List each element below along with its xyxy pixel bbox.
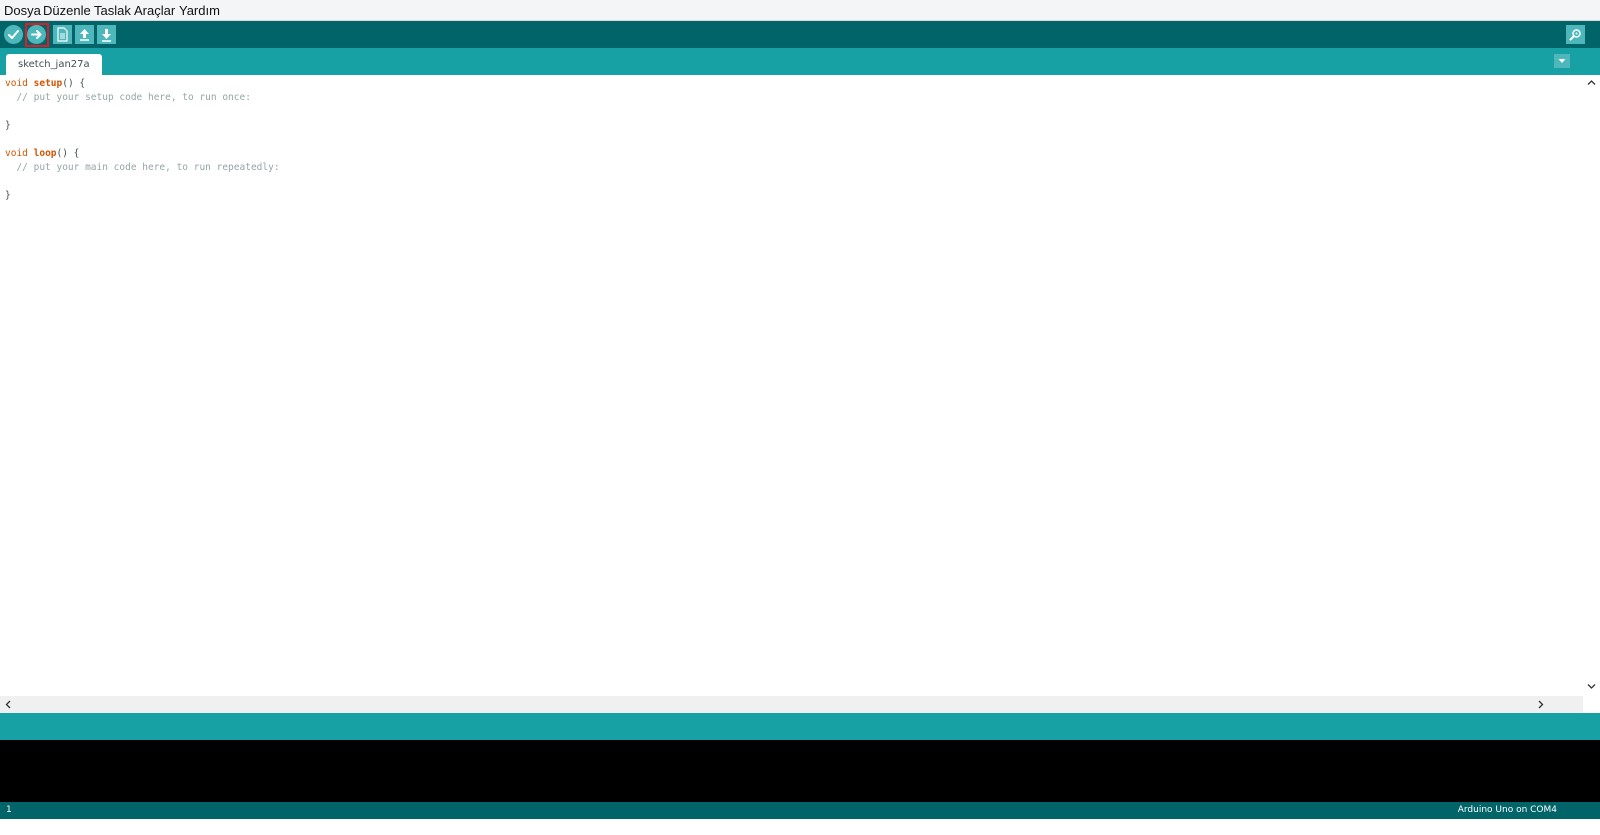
open-button[interactable] (75, 25, 94, 44)
menu-duzenle[interactable]: Düzenle (43, 3, 91, 18)
code-close-brace: } (5, 190, 11, 201)
chevron-down-icon (1558, 59, 1566, 63)
tab-menu-button[interactable] (1554, 54, 1570, 68)
save-button[interactable] (97, 25, 116, 44)
code-punctuation: () { (56, 148, 80, 159)
serial-monitor-button[interactable] (1566, 25, 1585, 44)
code-comment: // put your setup code here, to run once… (5, 92, 251, 103)
upload-button[interactable] (27, 25, 46, 44)
message-bar (0, 713, 1600, 740)
code-comment: // put your main code here, to run repea… (5, 162, 280, 173)
bottom-status-bar: 1 Arduino Uno on COM4 (0, 802, 1600, 819)
scroll-left-icon[interactable] (3, 699, 14, 710)
code-close-brace: } (5, 120, 11, 131)
window-bottom-margin (0, 819, 1600, 835)
scroll-up-icon[interactable] (1586, 77, 1597, 88)
code-keyword: void (5, 148, 28, 159)
new-icon (57, 27, 68, 42)
vertical-scrollbar[interactable] (1583, 75, 1600, 713)
line-number: 1 (6, 805, 12, 815)
verify-button[interactable] (4, 25, 23, 44)
code-line: void setup() { (5, 77, 280, 91)
code-function-name: loop (33, 148, 57, 159)
code-text: void setup() { // put your setup code he… (5, 77, 280, 203)
code-line: void loop() { (5, 147, 280, 161)
menu-taslak[interactable]: Taslak (94, 3, 131, 18)
new-button[interactable] (53, 25, 72, 44)
code-function-name: setup (33, 78, 63, 89)
board-port-label: Arduino Uno on COM4 (1457, 805, 1557, 815)
tab-sketch[interactable]: sketch_jan27a (6, 54, 102, 75)
tab-bar: sketch_jan27a (0, 48, 1600, 75)
menu-araclar[interactable]: Araçlar (134, 3, 175, 18)
horizontal-scrollbar[interactable] (0, 696, 1583, 713)
menu-yardim[interactable]: Yardım (179, 3, 220, 18)
toolbar (0, 21, 1600, 48)
code-keyword: void (5, 78, 28, 89)
verify-icon (8, 30, 19, 39)
console-output[interactable] (0, 740, 1600, 802)
scroll-down-icon[interactable] (1586, 681, 1597, 692)
code-punctuation: () { (62, 78, 86, 89)
menu-dosya[interactable]: Dosya (4, 3, 41, 18)
save-icon (102, 29, 111, 42)
open-icon (80, 29, 89, 41)
menu-bar: Dosya Düzenle Taslak Araçlar Yardım (0, 0, 1600, 21)
scroll-right-icon[interactable] (1535, 699, 1546, 710)
upload-icon (31, 30, 42, 39)
code-editor[interactable]: void setup() { // put your setup code he… (0, 75, 1583, 713)
serial-monitor-icon (1569, 29, 1581, 41)
